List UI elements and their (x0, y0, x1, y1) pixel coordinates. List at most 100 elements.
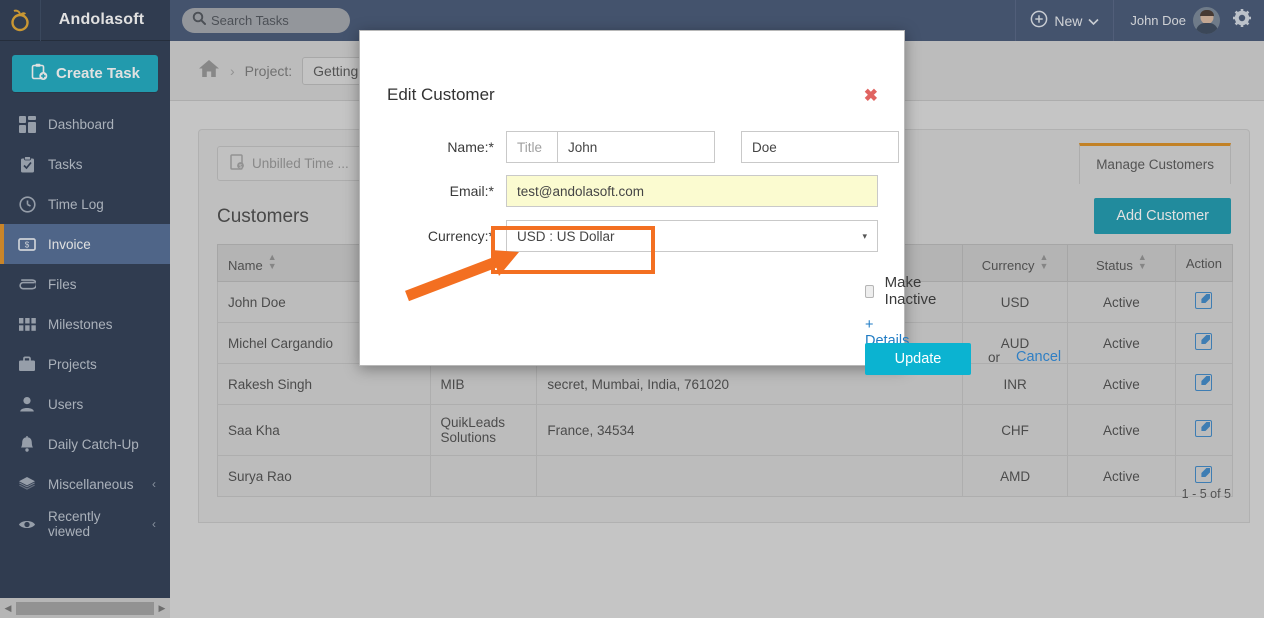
sort-icon: ▲ ▼ (1039, 252, 1049, 271)
sidebar-item-recently-viewed[interactable]: Recently viewed ‹ (0, 504, 170, 544)
sidebar-item-time-log[interactable]: Time Log (0, 184, 170, 224)
sidebar-item-files[interactable]: Files (0, 264, 170, 304)
email-input[interactable] (506, 175, 878, 207)
edit-customer-modal: Edit Customer ✖ Name:* Email:* Currency:… (359, 30, 1061, 375)
edit-icon[interactable] (1195, 466, 1213, 483)
avatar (1193, 7, 1220, 34)
column-label: Currency (981, 258, 1035, 273)
eye-icon (18, 518, 36, 531)
sidebar-item-users[interactable]: Users (0, 384, 170, 424)
chevron-down-icon: ▾ (862, 230, 867, 241)
last-name-input[interactable] (741, 131, 899, 163)
brand-logo-cell[interactable]: Andolasoft (0, 0, 170, 41)
cell-status: Active (1067, 363, 1176, 405)
sidebar-item-label: Time Log (48, 196, 104, 212)
sidebar-item-label: Projects (48, 356, 97, 372)
settings-button[interactable] (1232, 8, 1264, 33)
scroll-right-arrow-icon[interactable]: ▶ (154, 603, 170, 614)
cell-action (1174, 281, 1234, 323)
new-button[interactable]: New (1015, 0, 1115, 41)
scrollbar-thumb[interactable] (16, 601, 154, 615)
user-name: John Doe (1130, 13, 1186, 28)
currency-selected-value: USD : US Dollar (517, 228, 615, 244)
sidebar-item-miscellaneous[interactable]: Miscellaneous ‹ (0, 464, 170, 504)
sidebar-item-dashboard[interactable]: Dashboard (0, 104, 170, 144)
bell-icon (18, 435, 36, 453)
grid-squares-icon (18, 317, 36, 331)
breadcrumb-separator: › (230, 62, 235, 79)
title-input[interactable] (506, 131, 558, 163)
invoice-page-icon: $ (230, 154, 245, 173)
currency-select[interactable]: USD : US Dollar ▾ (506, 220, 878, 252)
chevron-left-icon: ‹ (152, 477, 156, 491)
search-icon (192, 11, 206, 30)
cell-company: QuikLeads Solutions (429, 404, 538, 456)
clipboard-plus-icon (30, 63, 48, 85)
edit-icon[interactable] (1195, 292, 1213, 309)
briefcase-icon (18, 356, 36, 372)
svg-text:$: $ (239, 164, 242, 170)
update-button[interactable]: Update (865, 343, 971, 375)
search-box[interactable] (182, 8, 350, 33)
cell-currency: CHF (962, 404, 1068, 456)
column-header-status[interactable]: Status ▲ ▼ (1067, 244, 1176, 282)
sidebar-item-invoice[interactable]: $ Invoice (0, 224, 170, 264)
close-x-icon[interactable]: ✖ (864, 87, 878, 104)
sidebar-item-projects[interactable]: Projects (0, 344, 170, 384)
table-row: Surya Rao AMD Active (217, 455, 1234, 497)
clock-icon (18, 195, 36, 213)
column-header-action: Action (1174, 244, 1234, 282)
svg-text:$: $ (25, 240, 30, 249)
paperclip-icon (18, 277, 36, 291)
sidebar-item-label: Milestones (48, 316, 113, 332)
cell-name: Rakesh Singh (217, 363, 431, 405)
home-icon[interactable] (198, 59, 220, 83)
cell-status: Active (1067, 455, 1176, 497)
chevron-left-icon: ‹ (152, 517, 156, 531)
edit-icon[interactable] (1195, 333, 1213, 350)
sidebar-item-label: Invoice (48, 236, 91, 252)
scroll-left-arrow-icon[interactable]: ◀ (0, 603, 16, 614)
sort-icon: ▲ ▼ (267, 252, 277, 271)
sidebar-item-tasks[interactable]: Tasks (0, 144, 170, 184)
cell-status: Active (1067, 404, 1176, 456)
sidebar-item-milestones[interactable]: Milestones (0, 304, 170, 344)
cell-currency: INR (962, 363, 1068, 405)
column-label: Name (228, 258, 263, 273)
email-field-row: Email:* (384, 175, 878, 207)
first-name-input[interactable] (557, 131, 715, 163)
clipboard-check-icon (18, 155, 36, 173)
unbilled-time-filter[interactable]: $ Unbilled Time ... (217, 146, 362, 181)
modal-title: Edit Customer (387, 85, 495, 104)
sidebar-horizontal-scrollbar[interactable]: ◀ ▶ (0, 598, 170, 618)
topbar-right-group: New John Doe (1015, 0, 1264, 41)
sidebar-item-label: Users (48, 396, 84, 412)
name-label: Name:* (447, 139, 494, 155)
sort-icon: ▲ ▼ (1137, 252, 1147, 271)
cell-address (536, 455, 964, 497)
edit-icon[interactable] (1195, 420, 1213, 437)
column-header-currency[interactable]: Currency ▲ ▼ (962, 244, 1068, 282)
edit-icon[interactable] (1195, 374, 1213, 391)
cell-address: France, 34534 (536, 404, 964, 456)
sidebar-item-label: Recently viewed (48, 509, 101, 539)
email-label: Email:* (449, 183, 494, 199)
create-task-button[interactable]: Create Task (12, 55, 158, 92)
cell-currency: USD (962, 281, 1068, 323)
brand-name: Andolasoft (58, 11, 145, 28)
make-inactive-checkbox[interactable] (865, 284, 874, 298)
cell-name: Saa Kha (217, 404, 431, 456)
tab-manage-customers[interactable]: Manage Customers (1079, 143, 1231, 184)
search-input[interactable] (211, 13, 341, 28)
user-menu[interactable]: John Doe (1114, 0, 1232, 41)
cancel-link[interactable]: Cancel (1016, 349, 1061, 365)
panel-tabs: Manage Customers (1079, 143, 1231, 184)
chevron-down-icon (1088, 13, 1099, 29)
sidebar-item-label: Files (48, 276, 77, 292)
column-label: Status (1096, 258, 1133, 273)
sidebar-item-daily-catch-up[interactable]: Daily Catch-Up (0, 424, 170, 464)
add-customer-button[interactable]: Add Customer (1094, 198, 1231, 234)
cell-status: Active (1067, 322, 1176, 364)
new-button-label: New (1054, 12, 1083, 29)
gear-icon (1232, 8, 1252, 33)
